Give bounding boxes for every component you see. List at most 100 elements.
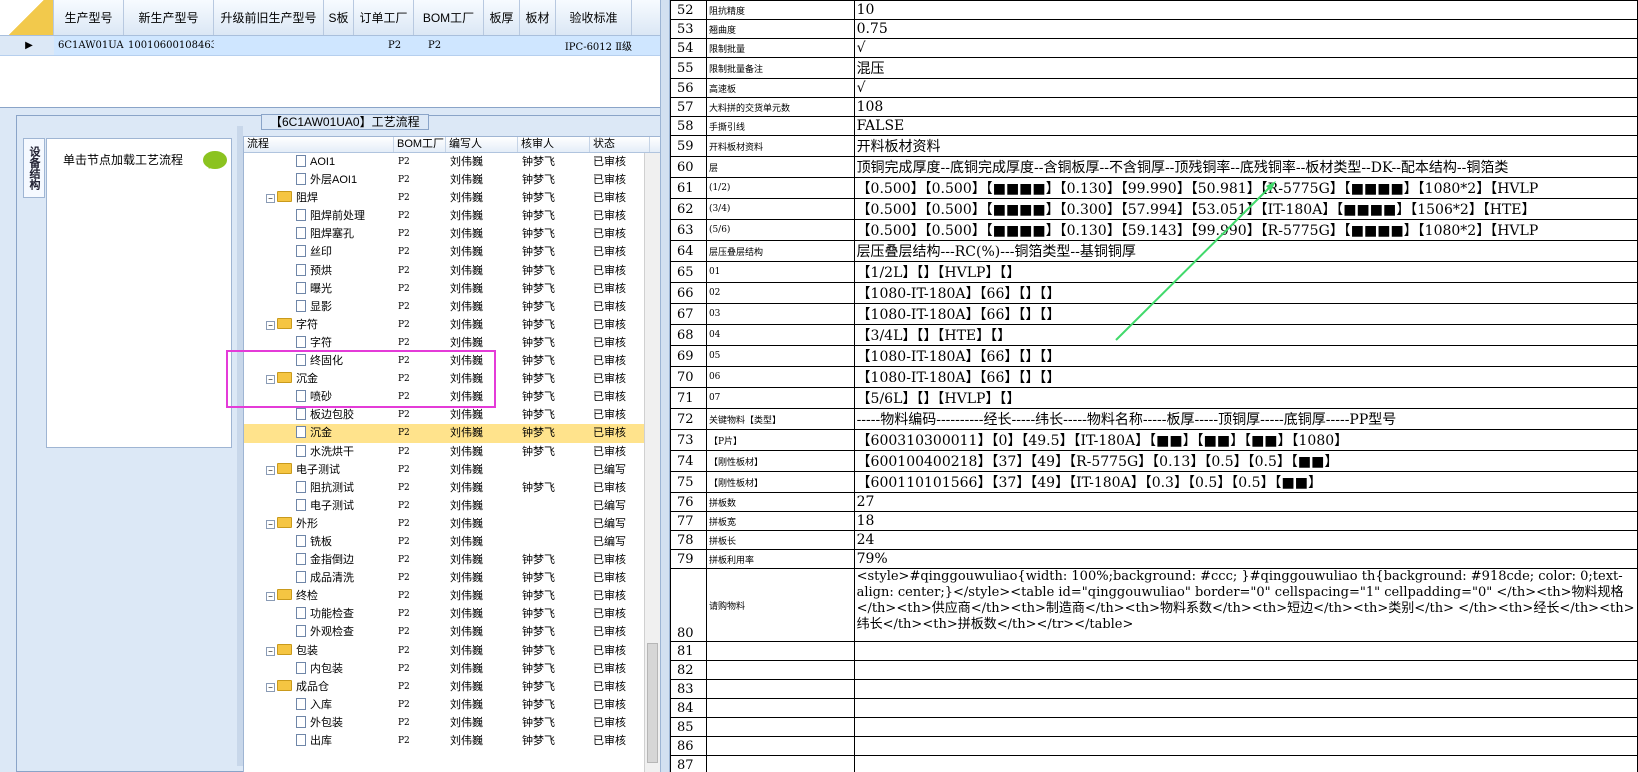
tree-cell-bom[interactable]: P2: [394, 533, 446, 551]
tree-cell-reviewer[interactable]: 钟梦飞: [518, 243, 590, 261]
tree-row[interactable]: − 成品仓 P2 刘伟巍 钟梦飞 已审核: [244, 678, 660, 696]
tree-row[interactable]: 电子测试 P2 刘伟巍 已编写: [244, 497, 660, 515]
sheet-cell-value[interactable]: 【3/4L】【】【HTE】【】: [853, 324, 1638, 346]
tree-cell-bom[interactable]: P2: [394, 406, 446, 424]
tree-cell-writer[interactable]: 刘伟巍: [446, 623, 518, 641]
sheet-cell-value[interactable]: 10: [853, 0, 1638, 20]
tree-node[interactable]: 出库: [244, 732, 394, 750]
sheet-cell-label[interactable]: 限制批量: [705, 38, 855, 58]
tree-cell-writer[interactable]: 刘伟巍: [446, 678, 518, 696]
tree-cell-reviewer[interactable]: 钟梦飞: [518, 678, 590, 696]
tree-node[interactable]: 入库: [244, 696, 394, 714]
tree-row[interactable]: 曝光 P2 刘伟巍 钟梦飞 已审核: [244, 280, 660, 298]
tree-node[interactable]: 功能检查: [244, 605, 394, 623]
tree-row[interactable]: − 电子测试 P2 刘伟巍 已编写: [244, 461, 660, 479]
sheet-cell-label[interactable]: 开料板材资料: [705, 135, 855, 157]
sheet-row[interactable]: 86: [670, 736, 1638, 756]
sheet-row[interactable]: 73 【P片】 【600310300011】【0】【49.5】【IT-180A】【■…: [670, 429, 1638, 451]
tree-cell-bom[interactable]: P2: [394, 587, 446, 605]
tree-cell-writer[interactable]: 刘伟巍: [446, 479, 518, 497]
sheet-cell-label[interactable]: 拼板利用率: [705, 549, 855, 569]
sheet-cell-label[interactable]: 请购物料: [705, 568, 855, 642]
sheet-cell-label[interactable]: 03: [705, 303, 855, 325]
tree-row[interactable]: 显影 P2 刘伟巍 钟梦飞 已审核: [244, 298, 660, 316]
tree-cell-reviewer[interactable]: 钟梦飞: [518, 280, 590, 298]
sheet-row[interactable]: 83: [670, 679, 1638, 699]
tree-cell-status[interactable]: 已审核: [590, 696, 650, 714]
tree-cell-bom[interactable]: P2: [394, 714, 446, 732]
tree-cell-status[interactable]: 已审核: [590, 171, 650, 189]
tree-cell-writer[interactable]: 刘伟巍: [446, 533, 518, 551]
sheet-cell-value[interactable]: 【0.500】【0.500】【■■■■】【0.130】【99.990】【50.9…: [853, 177, 1638, 199]
collapse-icon[interactable]: −: [266, 194, 275, 204]
tree-node[interactable]: − 电子测试: [244, 461, 394, 479]
tree-cell-status[interactable]: 已编写: [590, 515, 650, 533]
tree-cell-reviewer[interactable]: 钟梦飞: [518, 443, 590, 461]
tree-cell-reviewer[interactable]: 钟梦飞: [518, 660, 590, 678]
sheet-cell-label[interactable]: [705, 641, 855, 661]
tree-cell-writer[interactable]: 刘伟巍: [446, 225, 518, 243]
cell-new-model[interactable]: 10010600108463: [124, 36, 214, 55]
sheet-row[interactable]: 63 (5/6) 【0.500】【0.500】【■■■■】【0.130】【59.14…: [670, 219, 1638, 241]
tree-node[interactable]: AOI1: [244, 153, 394, 171]
sheet-row[interactable]: 58 手撕引线 FALSE: [670, 116, 1638, 136]
tree-row[interactable]: − 外形 P2 刘伟巍 已编写: [244, 515, 660, 533]
tree-row[interactable]: − 阻焊 P2 刘伟巍 钟梦飞 已审核: [244, 189, 660, 207]
tree-cell-writer[interactable]: 刘伟巍: [446, 280, 518, 298]
sheet-row[interactable]: 66 02 【1080-IT-180A】【66】【】【】: [670, 282, 1638, 304]
tree-cell-reviewer[interactable]: 钟梦飞: [518, 316, 590, 334]
tree-cell-status[interactable]: 已审核: [590, 660, 650, 678]
sheet-cell-label[interactable]: 关键物料【类型】: [705, 408, 855, 430]
tree-cell-reviewer[interactable]: 钟梦飞: [518, 388, 590, 406]
tree-cell-reviewer[interactable]: 钟梦飞: [518, 479, 590, 497]
tree-row[interactable]: 入库 P2 刘伟巍 钟梦飞 已审核: [244, 696, 660, 714]
tree-cell-writer[interactable]: 刘伟巍: [446, 497, 518, 515]
sheet-cell-value[interactable]: 【600310300011】【0】【49.5】【IT-180A】【■■】【■■】…: [853, 429, 1638, 451]
tree-cell-status[interactable]: 已审核: [590, 207, 650, 225]
col-header-thickness[interactable]: 板厚: [484, 0, 520, 35]
tree-node[interactable]: 阻抗测试: [244, 479, 394, 497]
sheet-cell-value[interactable]: 24: [853, 530, 1638, 550]
tree-col-bom[interactable]: BOM工厂: [394, 137, 446, 152]
sheet-cell-label[interactable]: 层压叠层结构: [705, 240, 855, 262]
tree-cell-writer[interactable]: 刘伟巍: [446, 171, 518, 189]
tree-cell-bom[interactable]: P2: [394, 189, 446, 207]
tree-cell-reviewer[interactable]: 钟梦飞: [518, 370, 590, 388]
sheet-cell-label[interactable]: [705, 679, 855, 699]
sheet-cell-label[interactable]: (5/6): [705, 219, 855, 241]
tree-cell-reviewer[interactable]: 钟梦飞: [518, 587, 590, 605]
main-splitter[interactable]: [660, 0, 670, 772]
tab-equipment-structure[interactable]: 设备结构: [23, 138, 45, 198]
tree-row[interactable]: 外层AOI1 P2 刘伟巍 钟梦飞 已审核: [244, 171, 660, 189]
tree-cell-reviewer[interactable]: [518, 533, 590, 551]
tree-cell-writer[interactable]: 刘伟巍: [446, 298, 518, 316]
sheet-cell-label[interactable]: 【刚性板材】: [705, 471, 855, 493]
tree-node[interactable]: − 外形: [244, 515, 394, 533]
tree-node[interactable]: 显影: [244, 298, 394, 316]
tree-row[interactable]: 外包装 P2 刘伟巍 钟梦飞 已审核: [244, 714, 660, 732]
sheet-row[interactable]: 55 限制批量备注 混压: [670, 57, 1638, 79]
tree-cell-bom[interactable]: P2: [394, 678, 446, 696]
tree-row[interactable]: 阻焊前处理 P2 刘伟巍 钟梦飞 已审核: [244, 207, 660, 225]
tree-cell-status[interactable]: 已审核: [590, 605, 650, 623]
tree-scrollbar[interactable]: [644, 153, 660, 772]
tree-cell-reviewer[interactable]: [518, 497, 590, 515]
tree-cell-bom[interactable]: P2: [394, 551, 446, 569]
tree-node[interactable]: 预烘: [244, 262, 394, 280]
tree-cell-reviewer[interactable]: 钟梦飞: [518, 352, 590, 370]
sheet-cell-label[interactable]: [705, 698, 855, 718]
tree-cell-status[interactable]: 已审核: [590, 424, 650, 442]
sheet-row[interactable]: 67 03 【1080-IT-180A】【66】【】【】: [670, 303, 1638, 325]
tree-node[interactable]: 丝印: [244, 243, 394, 261]
sheet-cell-value[interactable]: 【5/6L】【】【HVLP】【】: [853, 387, 1638, 409]
sheet-row[interactable]: 78 拼板长 24: [670, 530, 1638, 550]
sheet-cell-label[interactable]: 05: [705, 345, 855, 367]
tree-cell-status[interactable]: 已编写: [590, 533, 650, 551]
col-header-new-model[interactable]: 新生产型号: [124, 0, 214, 35]
tree-cell-status[interactable]: 已审核: [590, 352, 650, 370]
tree-cell-reviewer[interactable]: 钟梦飞: [518, 551, 590, 569]
tree-node[interactable]: 阻焊前处理: [244, 207, 394, 225]
sheet-cell-value[interactable]: 【1080-IT-180A】【66】【】【】: [853, 345, 1638, 367]
tree-cell-status[interactable]: 已编写: [590, 461, 650, 479]
tree-row[interactable]: − 包装 P2 刘伟巍 钟梦飞 已审核: [244, 642, 660, 660]
